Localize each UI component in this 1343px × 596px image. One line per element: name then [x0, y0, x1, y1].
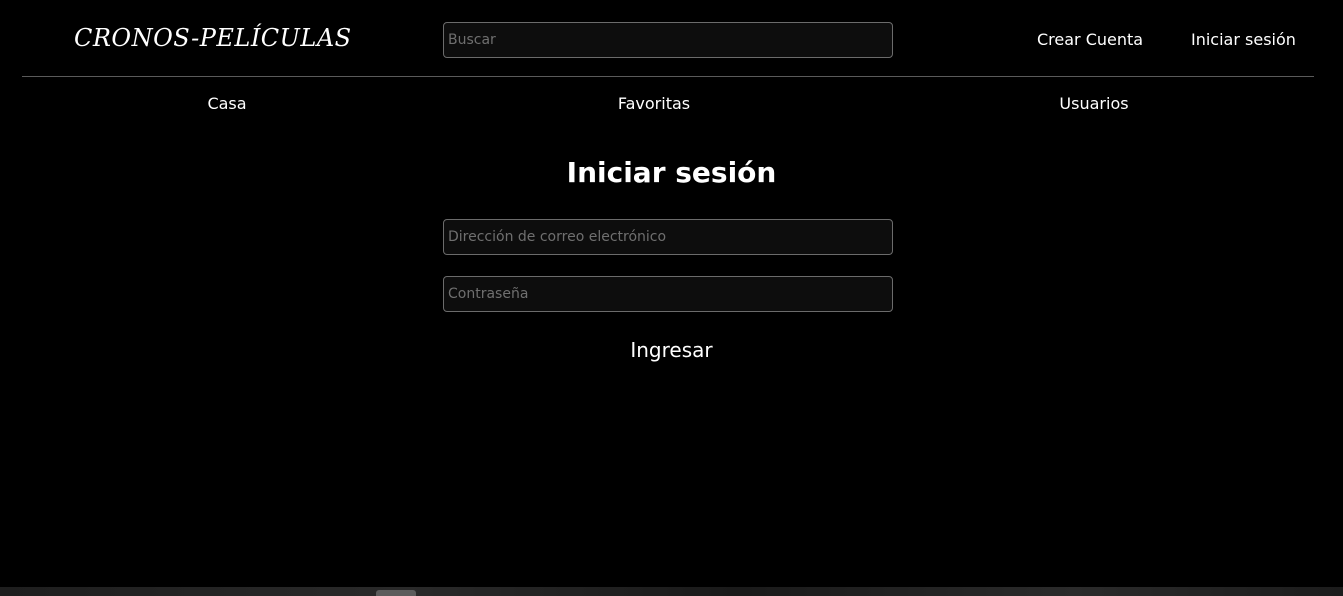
- email-field[interactable]: [443, 219, 893, 255]
- search-input[interactable]: [443, 22, 893, 58]
- nav-item-users[interactable]: Usuarios: [1059, 94, 1128, 113]
- nav-item-favorites[interactable]: Favoritas: [618, 94, 690, 113]
- header-divider: [22, 76, 1314, 77]
- login-link[interactable]: Iniciar sesión: [1191, 30, 1296, 49]
- create-account-link[interactable]: Crear Cuenta: [1037, 30, 1143, 49]
- page: CRONOS-PELÍCULAS Crear Cuenta Iniciar se…: [0, 0, 1343, 596]
- horizontal-scrollbar-track[interactable]: [0, 587, 1343, 596]
- page-title: Iniciar sesión: [566, 156, 777, 189]
- header: CRONOS-PELÍCULAS Crear Cuenta Iniciar se…: [0, 0, 1343, 77]
- submit-button[interactable]: Ingresar: [0, 338, 1343, 362]
- scrollbar-thumb[interactable]: [376, 590, 416, 596]
- nav-item-home[interactable]: Casa: [207, 94, 246, 113]
- site-logo[interactable]: CRONOS-PELÍCULAS: [74, 24, 352, 52]
- password-field[interactable]: [443, 276, 893, 312]
